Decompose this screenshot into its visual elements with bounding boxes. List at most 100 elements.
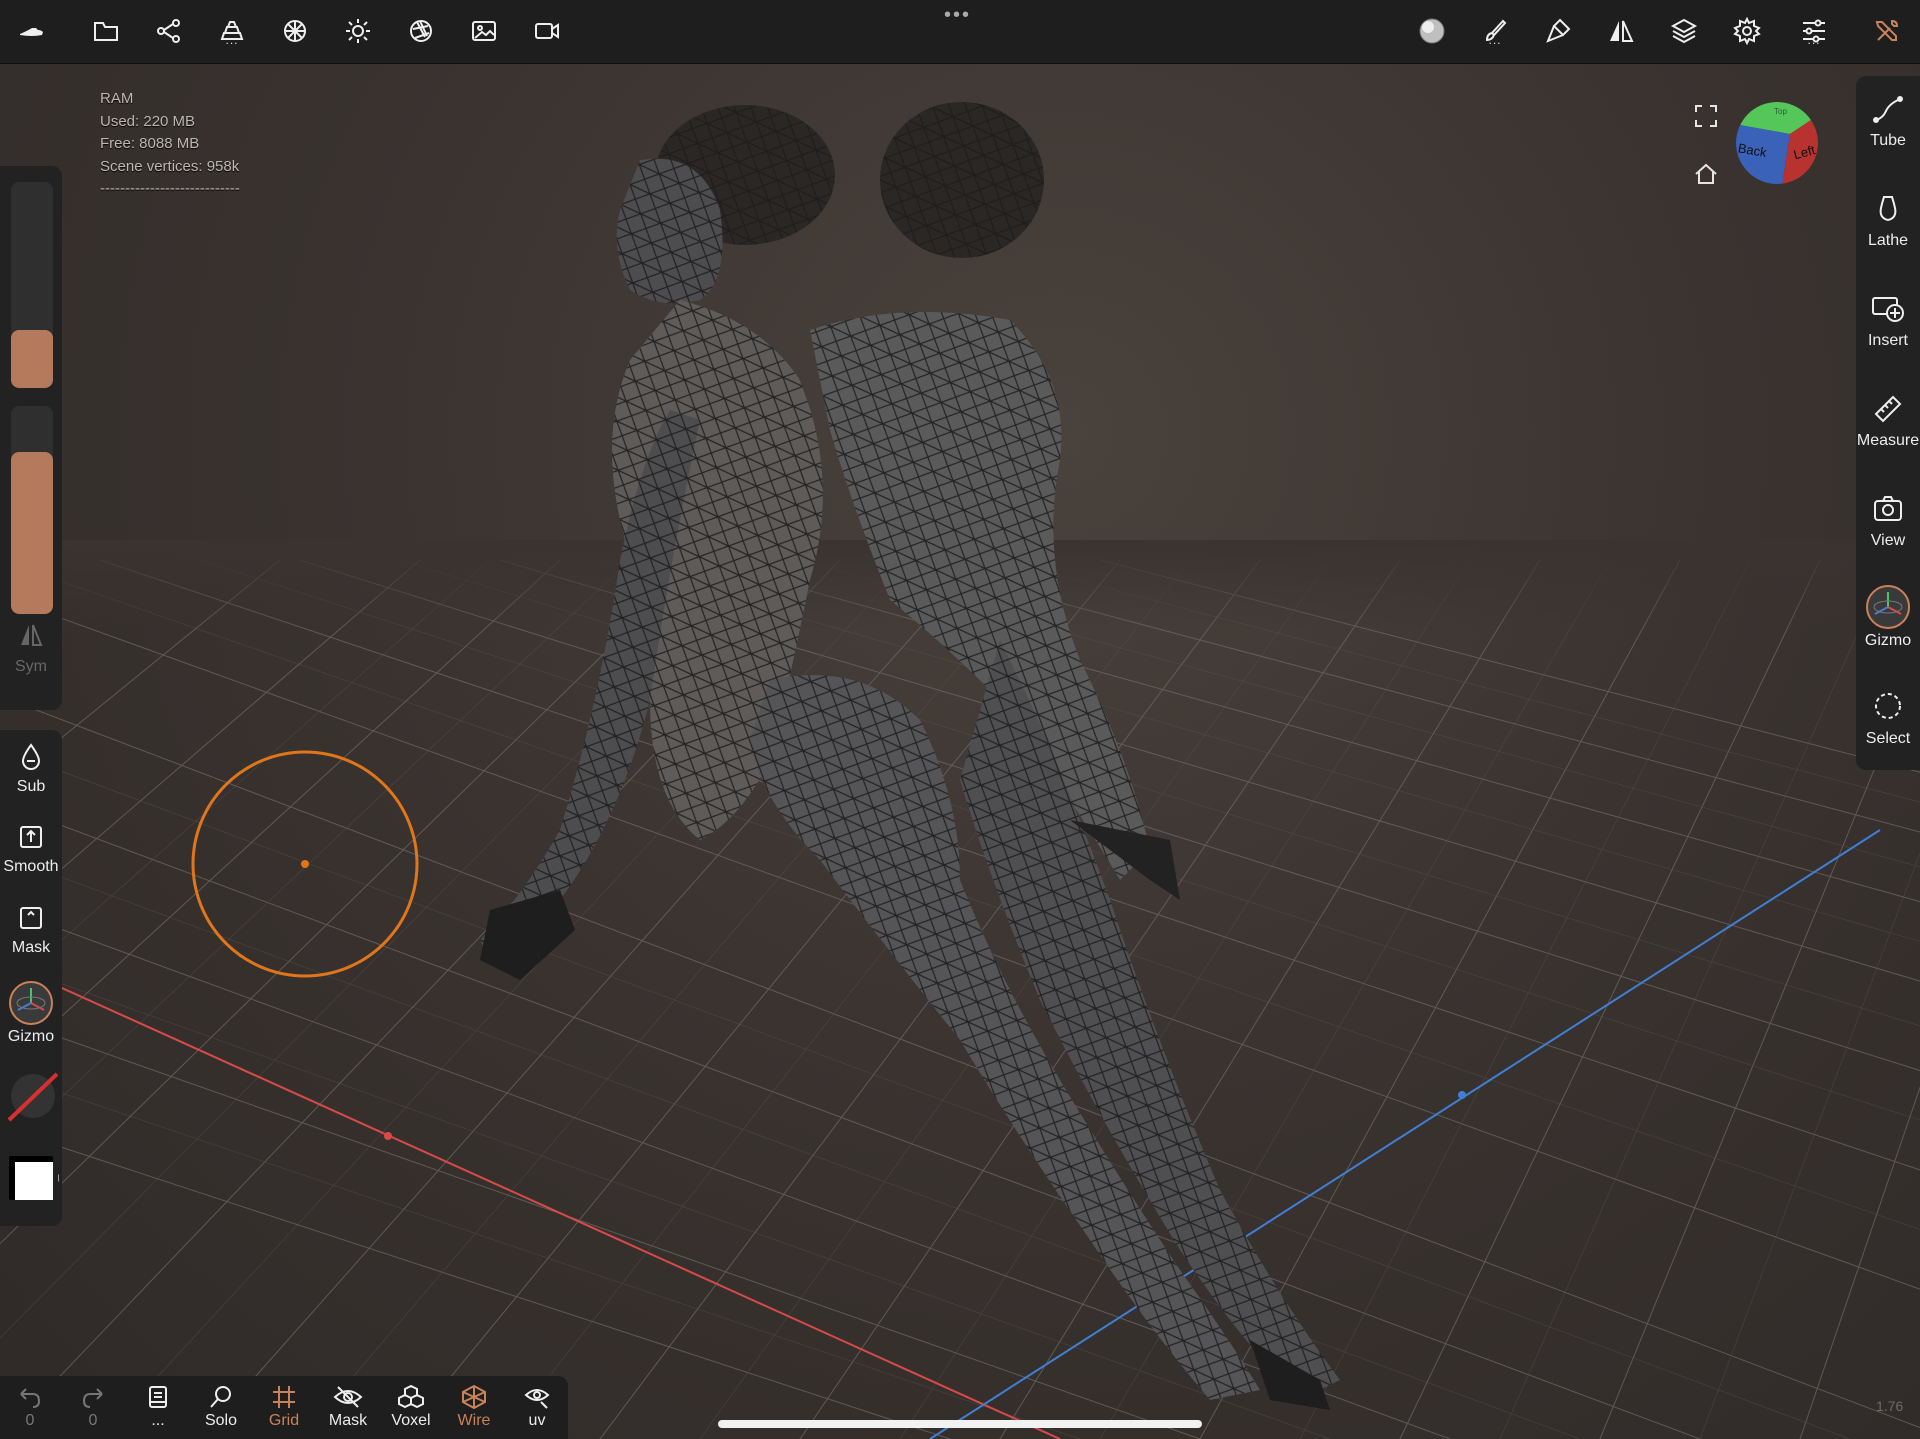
undo-count: 0	[25, 1412, 35, 1429]
boat-icon[interactable]	[14, 14, 48, 48]
folder-icon[interactable]	[89, 14, 123, 48]
paint-icon[interactable]	[1541, 14, 1575, 48]
scene-stats: RAM Used: 220 MB Free: 8088 MB Scene ver…	[100, 88, 240, 201]
intensity-slider-fill	[11, 451, 53, 614]
sub-tool[interactable]: Sub	[0, 742, 62, 796]
select-label: Select	[1865, 730, 1911, 747]
sym-button[interactable]: Sym	[0, 622, 62, 676]
mask-visibility-label: Mask	[328, 1412, 368, 1429]
gizmo-icon	[9, 981, 53, 1025]
notebook-icon	[149, 1386, 167, 1408]
solo-button[interactable]: Solo	[191, 1384, 251, 1430]
mask-label: Mask	[11, 939, 51, 956]
history-dots: ...	[151, 1412, 165, 1429]
tube-tool[interactable]: Tube	[1856, 94, 1920, 150]
topology-icon[interactable]	[278, 14, 312, 48]
history-button[interactable]: ...	[128, 1384, 188, 1430]
sub-label: Sub	[16, 778, 46, 795]
redo-count: 0	[88, 1412, 98, 1429]
ruler-icon	[1874, 395, 1902, 423]
material-no-color-icon	[7, 1072, 59, 1122]
sliders-icon[interactable]: ...	[1797, 14, 1831, 48]
voxel-button[interactable]: Voxel	[381, 1384, 441, 1430]
drop-minus-icon	[21, 743, 41, 770]
camera-icon	[1874, 496, 1902, 521]
gizmo-right-tool[interactable]: Gizmo	[1856, 584, 1920, 650]
gizmo-right-label: Gizmo	[1864, 632, 1912, 649]
solo-label: Solo	[204, 1412, 238, 1429]
radius-slider-fill	[11, 330, 53, 388]
view-cube-top-label: Top	[1774, 107, 1787, 116]
version-label: 1.76	[1876, 1398, 1904, 1414]
smooth-icon	[20, 826, 42, 848]
tools-icon[interactable]	[1870, 14, 1904, 48]
radius-slider[interactable]	[11, 182, 53, 388]
mask-icon	[20, 907, 42, 929]
view-cube[interactable]: Back Left Top	[1734, 100, 1820, 191]
view-tool[interactable]: View	[1856, 494, 1920, 550]
uv-button[interactable]: uv	[507, 1384, 567, 1430]
image-icon[interactable]	[467, 14, 501, 48]
x-axis-line	[0, 959, 1061, 1439]
color-swatch[interactable]	[0, 1150, 62, 1212]
lathe-tool[interactable]: Lathe	[1856, 194, 1920, 250]
brush-icon[interactable]: ...	[1478, 14, 1512, 48]
redo-icon	[82, 1388, 103, 1408]
color-swatch-icon	[9, 1156, 59, 1200]
camera-shutter-icon[interactable]	[404, 14, 438, 48]
insert-icon	[1872, 297, 1904, 322]
intensity-slider[interactable]	[11, 406, 53, 614]
insert-label: Insert	[1867, 332, 1908, 349]
ram-label: RAM	[100, 90, 134, 107]
brush-cursor-center	[301, 860, 309, 868]
home-view-button[interactable]	[1692, 160, 1720, 193]
select-tool[interactable]: Select	[1856, 690, 1920, 748]
brush-more-dots: ...	[1488, 33, 1502, 47]
settings-icon[interactable]	[1730, 14, 1764, 48]
eye-slash-icon	[333, 1386, 363, 1408]
measure-tool[interactable]: Measure	[1856, 394, 1920, 450]
top-toolbar: ... ••• ... ...	[0, 0, 1920, 64]
home-icon	[1695, 163, 1717, 184]
wire-button[interactable]: Wire	[444, 1384, 504, 1430]
scene-canvas[interactable]	[0, 0, 1920, 1439]
bottom-toolbar: 0 0 ... Solo Grid Mask Voxel Wire uv	[0, 1376, 568, 1439]
left-slider-panel: Sym	[0, 166, 62, 710]
grid-button[interactable]: Grid	[254, 1384, 314, 1430]
sliders-more-dots: ...	[1807, 33, 1821, 47]
light-icon[interactable]	[341, 14, 375, 48]
home-indicator[interactable]	[718, 1420, 1202, 1428]
gizmo-tool[interactable]: Gizmo	[0, 980, 62, 1046]
redo-button[interactable]: 0	[63, 1384, 123, 1430]
undo-button[interactable]: 0	[0, 1384, 60, 1430]
tube-icon	[1873, 96, 1903, 123]
left-tool-panel: Sub Smooth Mask Gizmo	[0, 730, 62, 1226]
primitives-more-dots: ...	[225, 33, 239, 47]
insert-tool[interactable]: Insert	[1856, 294, 1920, 350]
wire-label: Wire	[457, 1412, 491, 1429]
ram-used: Used: 220 MB	[100, 112, 196, 130]
3d-viewport[interactable]	[0, 0, 1920, 1439]
material-swatch[interactable]	[0, 1068, 62, 1130]
window-more-dots[interactable]: •••	[944, 4, 971, 27]
lasso-select-icon	[1875, 693, 1901, 719]
symmetry-icon[interactable]	[1604, 14, 1638, 48]
stats-separator: ----------------------------	[100, 180, 240, 197]
primitives-icon[interactable]: ...	[215, 14, 249, 48]
mask-tool[interactable]: Mask	[0, 903, 62, 957]
video-camera-icon[interactable]	[530, 14, 564, 48]
smooth-tool[interactable]: Smooth	[0, 822, 62, 876]
measure-label: Measure	[1856, 432, 1920, 449]
fullscreen-button[interactable]	[1692, 102, 1720, 135]
layers-icon[interactable]	[1667, 14, 1701, 48]
eye-search-icon	[524, 1389, 550, 1409]
magnifier-icon	[210, 1386, 231, 1408]
uv-label: uv	[528, 1412, 546, 1429]
x-axis-marker	[384, 1132, 392, 1140]
smooth-label: Smooth	[3, 858, 59, 875]
gizmo-right-icon	[1866, 585, 1910, 629]
mask-visibility-button[interactable]: Mask	[318, 1384, 378, 1430]
material-sphere-icon[interactable]	[1415, 14, 1449, 48]
scene-tree-icon[interactable]	[152, 14, 186, 48]
voxel-icon	[398, 1384, 424, 1409]
